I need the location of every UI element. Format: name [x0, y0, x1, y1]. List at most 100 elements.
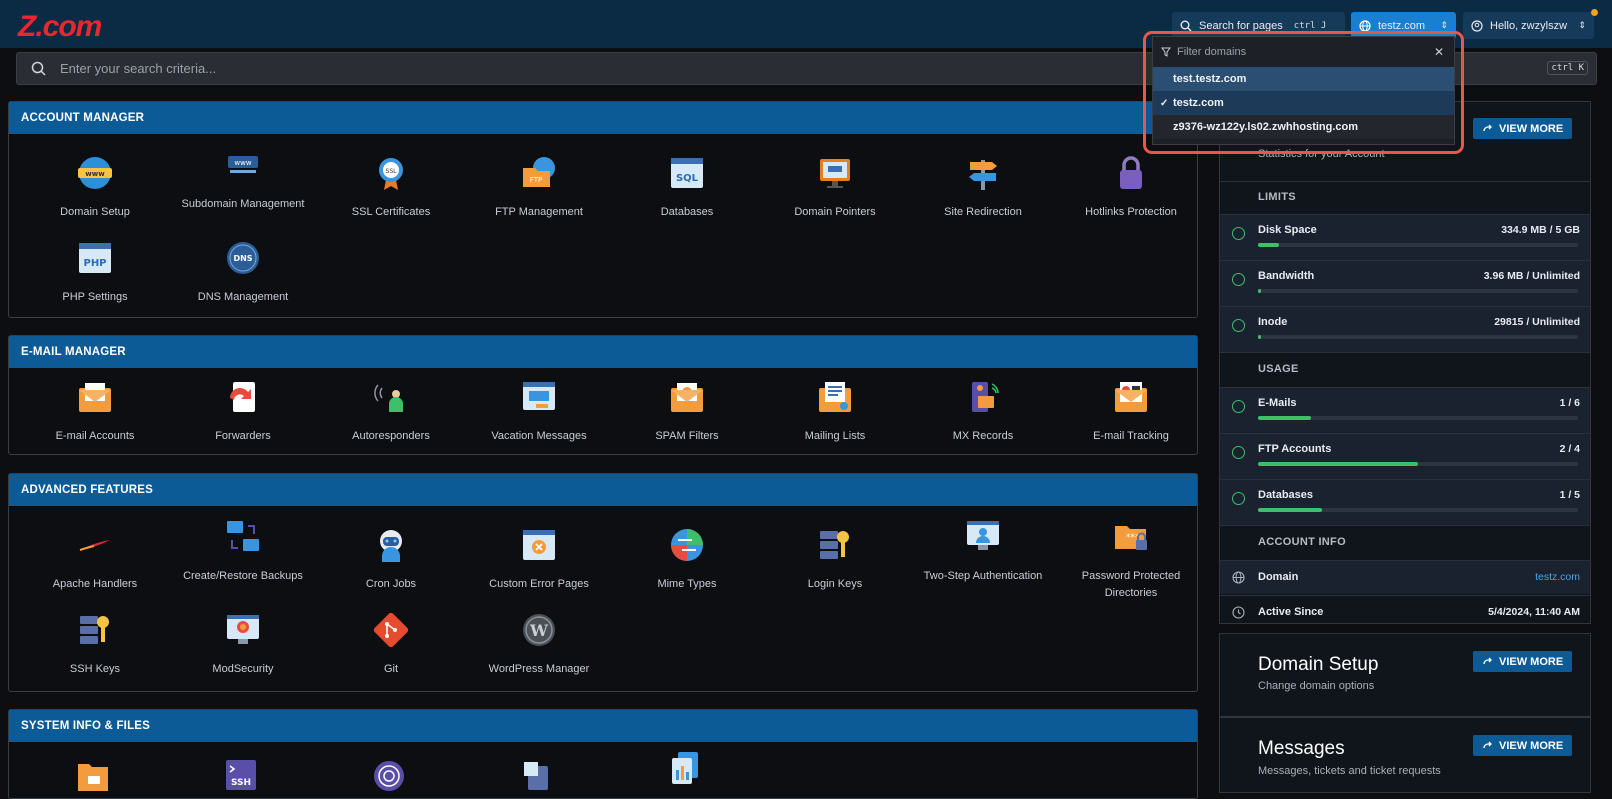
- check-circle-icon: [1232, 446, 1245, 459]
- tile-login-keys[interactable]: Login Keys: [761, 526, 909, 593]
- stat-progress-fill: [1258, 335, 1262, 339]
- divider: [1220, 525, 1590, 526]
- account-info-heading: ACCOUNT INFO: [1258, 536, 1346, 548]
- tile-ftp-management[interactable]: FTP FTP Management: [465, 154, 613, 221]
- mime-types-icon: [671, 529, 703, 561]
- share-arrow-icon: [1483, 124, 1492, 132]
- server-files-icon[interactable]: [520, 758, 554, 792]
- tile-label: Git: [383, 663, 399, 675]
- ssh-terminal-icon[interactable]: SSH: [224, 758, 258, 792]
- stat-progress-bar: [1258, 462, 1578, 466]
- svg-text:www: www: [85, 170, 105, 178]
- stat-row: [1220, 215, 1590, 260]
- tile-spam-filters[interactable]: SPAM Filters: [613, 378, 761, 445]
- apache-feather-icon: [79, 540, 110, 551]
- tile-label: FTP Management: [495, 206, 583, 218]
- divider: [1220, 595, 1590, 596]
- tile-php-settings[interactable]: PHP PHP Settings: [21, 239, 169, 306]
- tile-vacation-messages[interactable]: Vacation Messages: [465, 378, 613, 445]
- logo[interactable]: Z.com: [18, 10, 102, 44]
- spam-envelope-icon: [671, 383, 703, 412]
- email-manager-section: E-MAIL MANAGER E-mail Accounts Forwarder…: [8, 335, 1198, 455]
- section-title: SYSTEM INFO & FILES: [9, 710, 1197, 742]
- user-icon: [1471, 19, 1483, 32]
- tile-label: E-mail Tracking: [1093, 430, 1169, 442]
- autoresponder-icon: [374, 384, 403, 412]
- domain-setup-view-more-button[interactable]: VIEW MORE: [1473, 651, 1573, 672]
- tile-site-redirection[interactable]: Site Redirection: [909, 154, 1057, 221]
- stat-progress-bar: [1258, 243, 1578, 247]
- usage-heading: USAGE: [1258, 363, 1299, 375]
- user-greeting: Hello, zwzylszw: [1490, 19, 1568, 32]
- globe-icon: [1232, 571, 1245, 584]
- tor-onion-icon[interactable]: [372, 758, 406, 792]
- tile-forwarders[interactable]: Forwarders: [169, 378, 317, 445]
- tile-label: ModSecurity: [212, 663, 274, 675]
- tile-label: E-mail Accounts: [55, 430, 135, 442]
- tile-label: SSL Certificates: [351, 206, 431, 218]
- dns-globe-icon: DNS: [227, 242, 259, 274]
- forward-icon: [230, 382, 255, 412]
- tile-apache-handlers[interactable]: Apache Handlers: [21, 526, 169, 593]
- tile-email-accounts[interactable]: E-mail Accounts: [21, 378, 169, 445]
- tile-wordpress-manager[interactable]: W WordPress Manager: [465, 611, 613, 678]
- messages-view-more-button[interactable]: VIEW MORE: [1473, 735, 1573, 756]
- tile-password-protected-directories[interactable]: *** Password Protected Directories: [1057, 518, 1205, 602]
- two-step-auth-icon: [967, 521, 999, 550]
- tile-label: Cron Jobs: [365, 578, 417, 590]
- share-arrow-icon: [1483, 741, 1492, 749]
- tile-label: Site Redirection: [944, 206, 1022, 218]
- tile-mailing-lists[interactable]: Mailing Lists: [761, 378, 909, 445]
- check-circle-icon: [1232, 227, 1245, 240]
- tile-databases[interactable]: SQL Databases: [613, 154, 761, 221]
- tile-label: Subdomain Management: [181, 198, 305, 210]
- stats-view-more-button[interactable]: VIEW MORE: [1473, 118, 1573, 139]
- search-input[interactable]: Enter your search criteria...: [60, 61, 216, 76]
- stat-progress-bar: [1258, 508, 1578, 512]
- tile-dns-management[interactable]: DNS DNS Management: [169, 239, 317, 306]
- tile-domain-pointers[interactable]: Domain Pointers: [761, 154, 909, 221]
- tile-mime-types[interactable]: Mime Types: [613, 526, 761, 593]
- tile-hotlinks-protection[interactable]: Hotlinks Protection: [1057, 154, 1205, 221]
- user-menu-button[interactable]: Hello, zwzylszw ⇕: [1463, 12, 1594, 39]
- server-key-icon: [820, 531, 849, 559]
- view-more-label: VIEW MORE: [1499, 739, 1564, 752]
- tile-email-tracking[interactable]: E-mail Tracking: [1057, 378, 1205, 445]
- file-manager-icon[interactable]: [76, 758, 110, 792]
- tile-cron-jobs[interactable]: Cron Jobs: [317, 526, 465, 593]
- tile-label: Login Keys: [807, 578, 863, 590]
- info-name: Domain: [1258, 571, 1299, 583]
- svg-text:PHP: PHP: [83, 258, 106, 269]
- tile-label: SSH Keys: [69, 663, 121, 675]
- domain-link[interactable]: testz.com: [1420, 571, 1580, 583]
- check-circle-icon: [1232, 400, 1245, 413]
- statistics-pages-icon[interactable]: [668, 750, 702, 784]
- tile-label: Two-Step Authentication: [923, 570, 1043, 582]
- tile-label: Custom Error Pages: [489, 578, 589, 590]
- tile-label: Vacation Messages: [491, 430, 587, 442]
- stat-row: [1220, 388, 1590, 433]
- tile-ssh-keys[interactable]: SSH Keys: [21, 611, 169, 678]
- tile-ssl-certificates[interactable]: SSL SSL Certificates: [317, 154, 465, 221]
- tile-label: SPAM Filters: [655, 430, 719, 442]
- wordpress-icon: W: [523, 614, 555, 646]
- tile-create-restore-backups[interactable]: Create/Restore Backups: [169, 518, 317, 585]
- tile-git[interactable]: Git: [317, 611, 465, 678]
- tile-custom-error-pages[interactable]: Custom Error Pages: [465, 526, 613, 593]
- tile-domain-setup[interactable]: www Domain Setup: [21, 154, 169, 221]
- signpost-icon: [969, 160, 997, 190]
- advanced-features-section: ADVANCED FEATURES Apache Handlers Create…: [8, 473, 1198, 692]
- notification-dot: [1591, 9, 1598, 16]
- stat-row: [1220, 307, 1590, 352]
- tile-mx-records[interactable]: MX Records: [909, 378, 1057, 445]
- highlight-frame: [1143, 31, 1464, 154]
- tile-autoresponders[interactable]: Autoresponders: [317, 378, 465, 445]
- tile-modsecurity[interactable]: ModSecurity: [169, 611, 317, 678]
- globe-icon: [1359, 19, 1371, 32]
- stat-progress-bar: [1258, 335, 1578, 339]
- section-title: ACCOUNT MANAGER: [9, 102, 1197, 134]
- search-pages-shortcut: ctrl J: [1293, 20, 1327, 31]
- share-arrow-icon: [1483, 657, 1492, 665]
- tile-two-step-authentication[interactable]: Two-Step Authentication: [909, 518, 1057, 585]
- tile-subdomain-management[interactable]: www Subdomain Management: [169, 146, 317, 213]
